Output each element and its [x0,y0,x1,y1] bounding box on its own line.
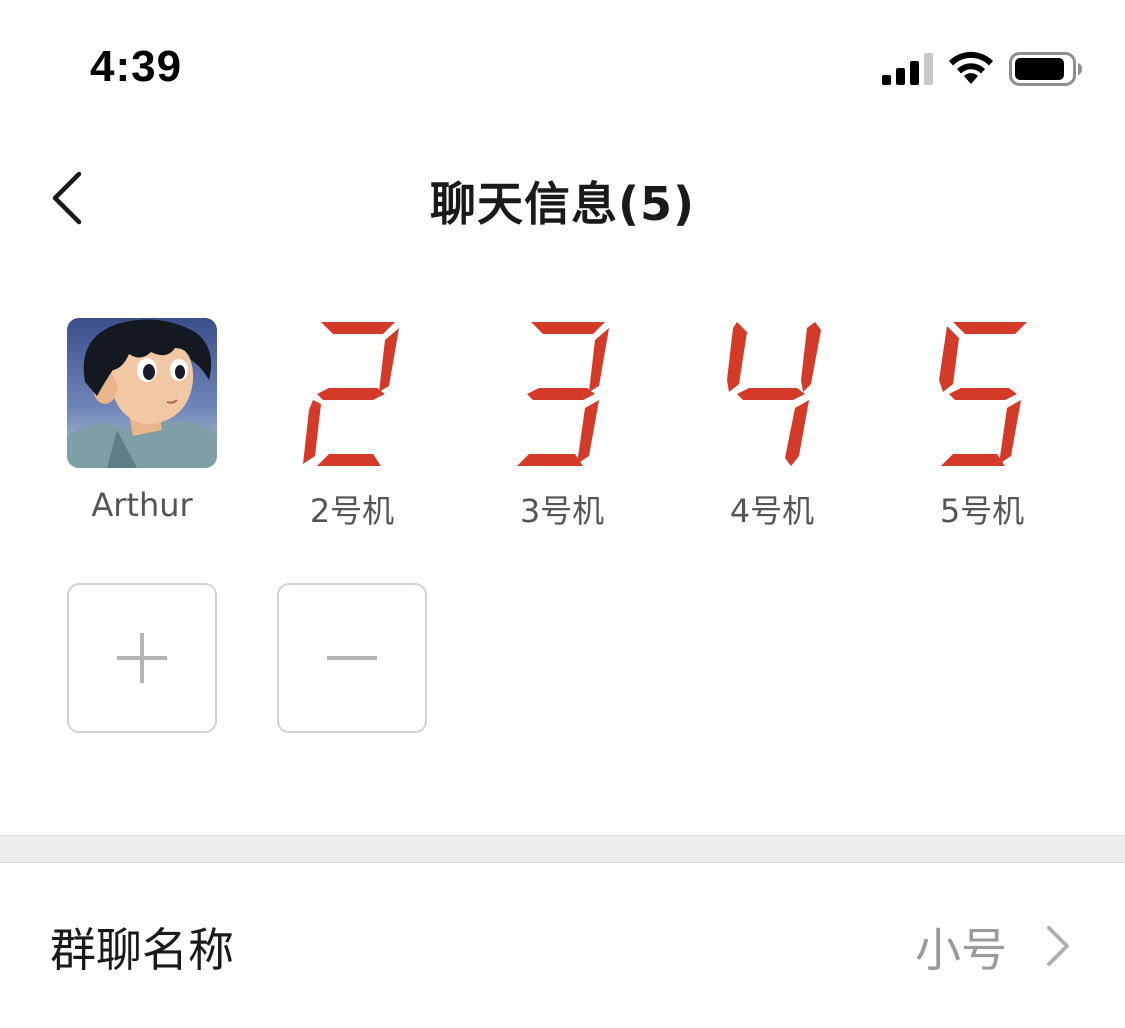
group-name-value: 小号 [915,923,1007,977]
member-name: 4号机 [729,492,815,530]
anime-boy-avatar [67,318,217,468]
group-name-row[interactable]: 群聊名称 小号 [0,862,1125,1028]
wifi-icon [949,51,993,84]
battery-icon [1009,52,1082,86]
chevron-right-icon [1047,926,1069,966]
member-item[interactable]: 5号机 [907,318,1057,532]
member-item[interactable]: 4号机 [697,318,847,532]
section-divider [0,835,1125,863]
digit-two-avatar [277,318,427,468]
status-bar: 4:39 [0,0,1125,130]
member-name: 5号机 [939,492,1025,530]
member-name: 3号机 [519,492,605,530]
member-name: Arthur [91,486,193,524]
navigation-bar: 聊天信息(5) [0,140,1125,260]
avatar[interactable] [277,318,427,468]
member-item[interactable]: 3号机 [487,318,637,532]
minus-icon [327,656,377,660]
cellular-signal-icon [882,53,933,85]
plus-icon [117,633,167,683]
add-member-button[interactable] [67,583,217,733]
digit-three-avatar [487,318,637,468]
status-time: 4:39 [90,42,183,91]
avatar[interactable] [907,318,1057,468]
member-item[interactable]: Arthur [67,318,217,524]
page-title: 聊天信息(5) [429,177,696,231]
avatar[interactable] [697,318,847,468]
group-name-label: 群聊名称 [50,923,234,977]
avatar[interactable] [487,318,637,468]
digit-four-avatar [697,318,847,468]
avatar[interactable] [67,318,217,468]
member-name: 2号机 [309,492,395,530]
remove-member-button[interactable] [277,583,427,733]
digit-five-avatar [907,318,1057,468]
member-item[interactable]: 2号机 [277,318,427,532]
